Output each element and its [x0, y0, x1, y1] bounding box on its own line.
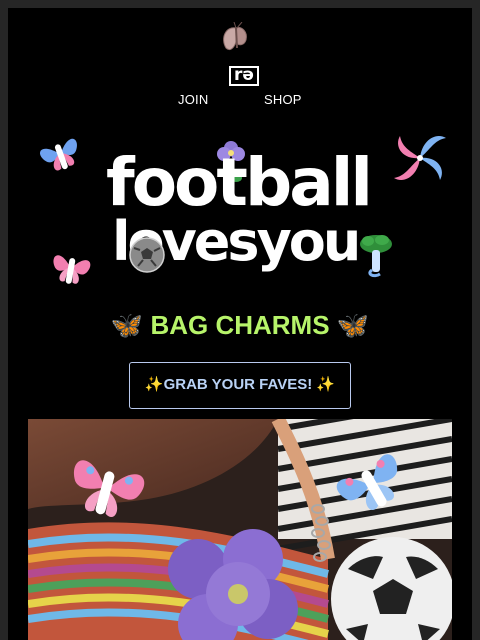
grab-your-faves-button[interactable]: ✨GRAB YOUR FAVES! ✨: [129, 362, 351, 409]
bag-charms-photo: [28, 419, 452, 640]
soccer-ball-icon: [129, 237, 165, 273]
butterfly-icon: [394, 136, 446, 180]
butterfly-icon: [40, 138, 77, 171]
hero-title-line1: football: [106, 144, 373, 221]
product-photo[interactable]: [28, 419, 452, 640]
mushroom-icon: [360, 235, 392, 278]
nav-shop-link[interactable]: SHOP: [264, 92, 302, 107]
butterfly-icon: [53, 255, 91, 284]
hero-banner[interactable]: football lovesyou: [8, 126, 472, 296]
nav-join-link[interactable]: JOIN: [178, 92, 208, 107]
email-body: rə JOIN SHOP football lovesyou 🦋 BAG CHA…: [8, 8, 472, 640]
section-heading: 🦋 BAG CHARMS 🦋: [110, 310, 370, 340]
moth-icon: [223, 22, 247, 51]
top-nav: JOIN SHOP: [8, 92, 472, 110]
logo-text: rə: [229, 66, 259, 86]
brand-logo[interactable]: rə: [210, 22, 266, 88]
